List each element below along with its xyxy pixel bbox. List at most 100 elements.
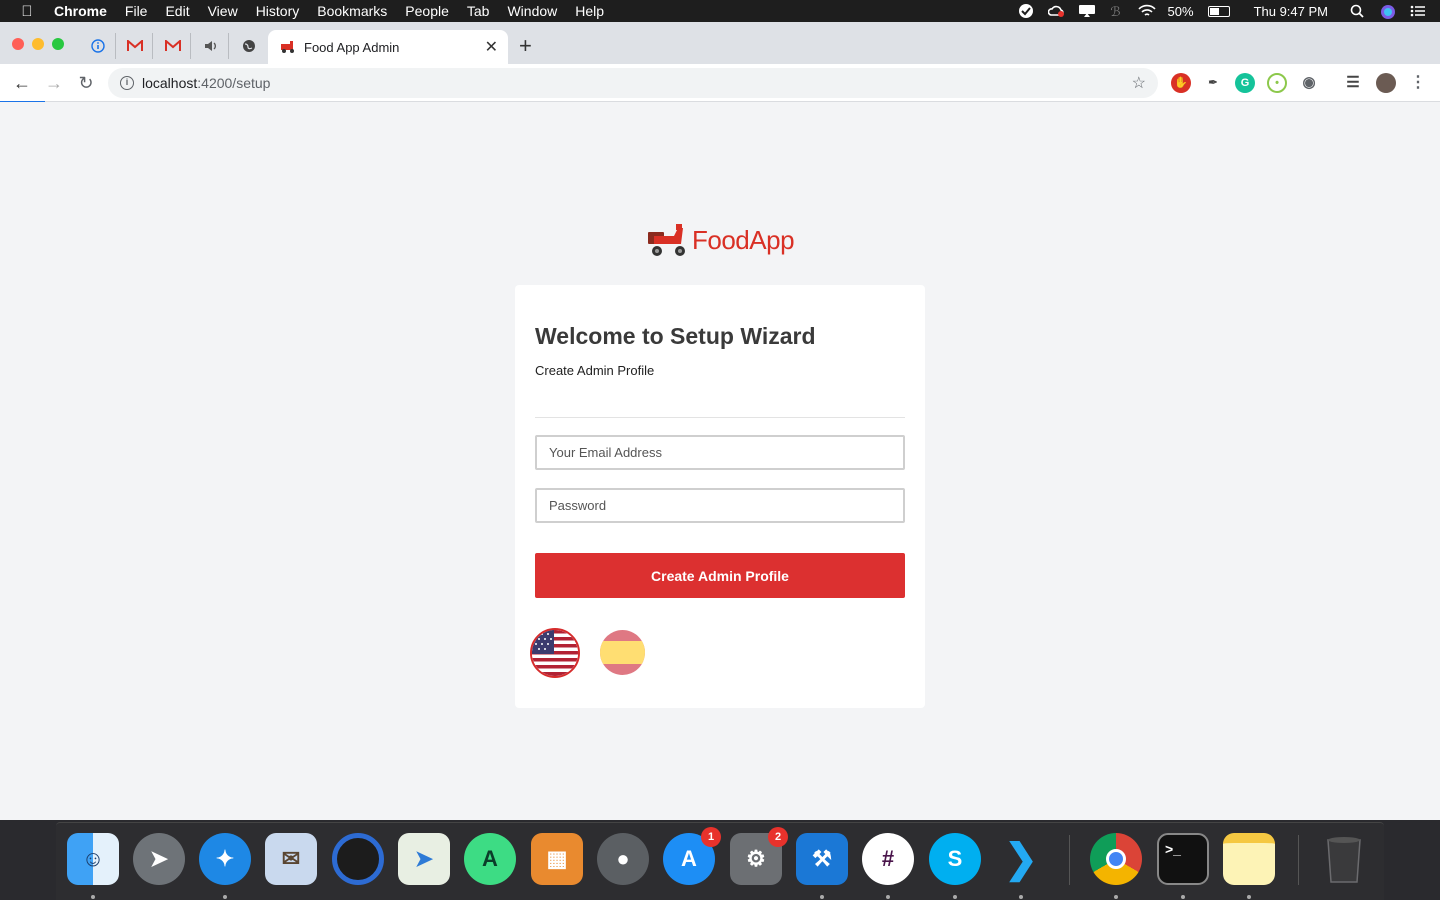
app-store-icon[interactable]: A 1 <box>663 827 721 885</box>
spain-flag-icon <box>600 630 645 675</box>
url-host: localhost <box>142 75 198 91</box>
setup-wizard-card: Welcome to Setup Wizard Create Admin Pro… <box>515 285 925 708</box>
menu-tab[interactable]: Tab <box>458 0 499 22</box>
menu-bookmarks[interactable]: Bookmarks <box>308 0 396 22</box>
chrome-icon[interactable] <box>1090 833 1142 885</box>
menu-people[interactable]: People <box>396 0 458 22</box>
brand-name: FoodApp <box>692 224 795 255</box>
screenshot-extension-icon[interactable]: ◉ <box>1299 73 1319 93</box>
browser-toolbar: ← → ↻ i localhost:4200/setup ☆ ✋ ✒ G • ◉… <box>0 64 1440 102</box>
forward-button[interactable]: → <box>42 71 66 95</box>
system-preferences-icon[interactable]: ⚙ 2 <box>730 827 788 885</box>
pinned-tab-gmail-1[interactable] <box>117 33 153 59</box>
siri-icon[interactable] <box>1380 4 1396 19</box>
notes-running-indicator <box>1247 895 1251 899</box>
spotlight-search-icon[interactable] <box>1350 4 1366 18</box>
mamp-icon[interactable]: ● <box>597 833 649 885</box>
quicktime-icon[interactable] <box>332 833 384 885</box>
address-bar[interactable]: i localhost:4200/setup ☆ <box>108 68 1158 98</box>
slack-icon[interactable]: # <box>862 833 914 885</box>
notes-icon[interactable] <box>1223 833 1275 885</box>
page-title: Welcome to Setup Wizard <box>535 323 816 349</box>
url-path: :4200/setup <box>197 75 271 91</box>
eyedropper-extension-icon[interactable]: ✒ <box>1203 73 1223 93</box>
reload-button[interactable]: ↻ <box>74 71 98 95</box>
apple-menu-icon[interactable]:  <box>0 3 54 20</box>
safari-icon[interactable]: ✦ <box>199 833 251 885</box>
globe-icon <box>243 40 255 52</box>
dock-separator <box>1298 835 1299 885</box>
profile-avatar[interactable] <box>1376 73 1396 93</box>
menu-history[interactable]: History <box>247 0 309 22</box>
chrome-center-icon <box>1106 849 1126 869</box>
menu-app-name[interactable]: Chrome <box>54 0 116 22</box>
calculator-icon[interactable]: ▦ <box>531 833 583 885</box>
close-tab-icon[interactable]: ✕ <box>485 37 498 57</box>
adblock-extension-icon[interactable]: ✋ <box>1171 73 1191 93</box>
back-button[interactable]: ← <box>10 71 34 95</box>
new-tab-button[interactable]: + <box>519 33 532 59</box>
finder-icon[interactable]: ☺ <box>67 833 119 885</box>
media-queue-icon[interactable]: ☰ <box>1343 73 1363 93</box>
trash-icon[interactable] <box>1318 833 1370 885</box>
battery-icon[interactable] <box>1207 5 1230 17</box>
launchpad-icon[interactable]: ➤ <box>133 833 185 885</box>
bookmark-star-icon[interactable]: ☆ <box>1132 73 1146 93</box>
android-studio-icon[interactable]: A <box>464 833 516 885</box>
mail-icon[interactable]: ✉ <box>265 833 317 885</box>
chrome-running-indicator <box>1114 895 1118 899</box>
airplay-display-icon[interactable] <box>1078 4 1095 18</box>
finder-running-indicator <box>91 895 95 899</box>
menubar-clock[interactable]: Thu 9:47 PM <box>1254 4 1328 19</box>
terminal-running-indicator <box>1181 895 1185 899</box>
email-field[interactable] <box>535 435 905 470</box>
tab-food-app-admin[interactable]: Food App Admin ✕ <box>268 30 508 64</box>
delivery-scooter-icon <box>648 224 685 256</box>
notification-center-icon[interactable] <box>1410 4 1426 18</box>
menu-edit[interactable]: Edit <box>156 0 198 22</box>
create-admin-profile-button[interactable]: Create Admin Profile <box>535 553 905 598</box>
menu-window[interactable]: Window <box>498 0 566 22</box>
info-circle-icon <box>90 39 105 53</box>
password-field[interactable] <box>535 488 905 523</box>
page-subtitle: Create Admin Profile <box>535 363 655 378</box>
pinned-tab-web[interactable] <box>231 33 267 59</box>
safari-running-indicator <box>223 895 227 899</box>
app-store-badge: 1 <box>701 827 721 847</box>
pinned-tab-info[interactable] <box>80 33 116 59</box>
divider <box>535 417 905 418</box>
wifi-icon[interactable] <box>1137 4 1156 18</box>
english-language-flag[interactable] <box>530 628 580 678</box>
food-app-favicon-icon <box>281 41 294 53</box>
menu-file[interactable]: File <box>116 0 157 22</box>
creative-cloud-icon[interactable] <box>1047 4 1064 18</box>
menubar-status-area: ℬ 50% Thu 9:47 PM <box>1018 4 1440 19</box>
vscode-icon[interactable]: ❯ <box>995 833 1047 885</box>
pinned-tab-audio[interactable] <box>193 33 229 59</box>
page-content: FoodApp Welcome to Setup Wizard Create A… <box>0 102 1440 820</box>
system-preferences-badge: 2 <box>768 827 788 847</box>
maps-icon[interactable]: ➤ <box>398 833 450 885</box>
close-window-button[interactable] <box>12 38 24 50</box>
spanish-language-flag[interactable] <box>600 630 645 675</box>
xcode-icon[interactable]: ⚒ <box>796 833 848 885</box>
chrome-menu-icon[interactable]: ⋮ <box>1408 73 1428 93</box>
menu-help[interactable]: Help <box>566 0 613 22</box>
menu-view[interactable]: View <box>199 0 247 22</box>
skype-icon[interactable]: S <box>929 833 981 885</box>
battery-percent: 50% <box>1167 3 1194 19</box>
xcode-running-indicator <box>820 895 824 899</box>
nodejs-extension-icon[interactable]: • <box>1267 73 1287 93</box>
minimize-window-button[interactable] <box>32 38 44 50</box>
checkmark-status-icon[interactable] <box>1018 4 1034 18</box>
terminal-icon[interactable]: >_ <box>1157 833 1209 885</box>
grammarly-extension-icon[interactable]: G <box>1235 73 1255 93</box>
pinned-tab-gmail-2[interactable] <box>155 33 191 59</box>
vscode-running-indicator <box>1019 895 1023 899</box>
slack-running-indicator <box>886 895 890 899</box>
gmail-icon <box>126 40 143 51</box>
bluetooth-icon[interactable]: ℬ <box>1108 4 1124 19</box>
maximize-window-button[interactable] <box>52 38 64 50</box>
site-info-icon[interactable]: i <box>120 76 134 90</box>
speaker-icon <box>204 41 216 51</box>
